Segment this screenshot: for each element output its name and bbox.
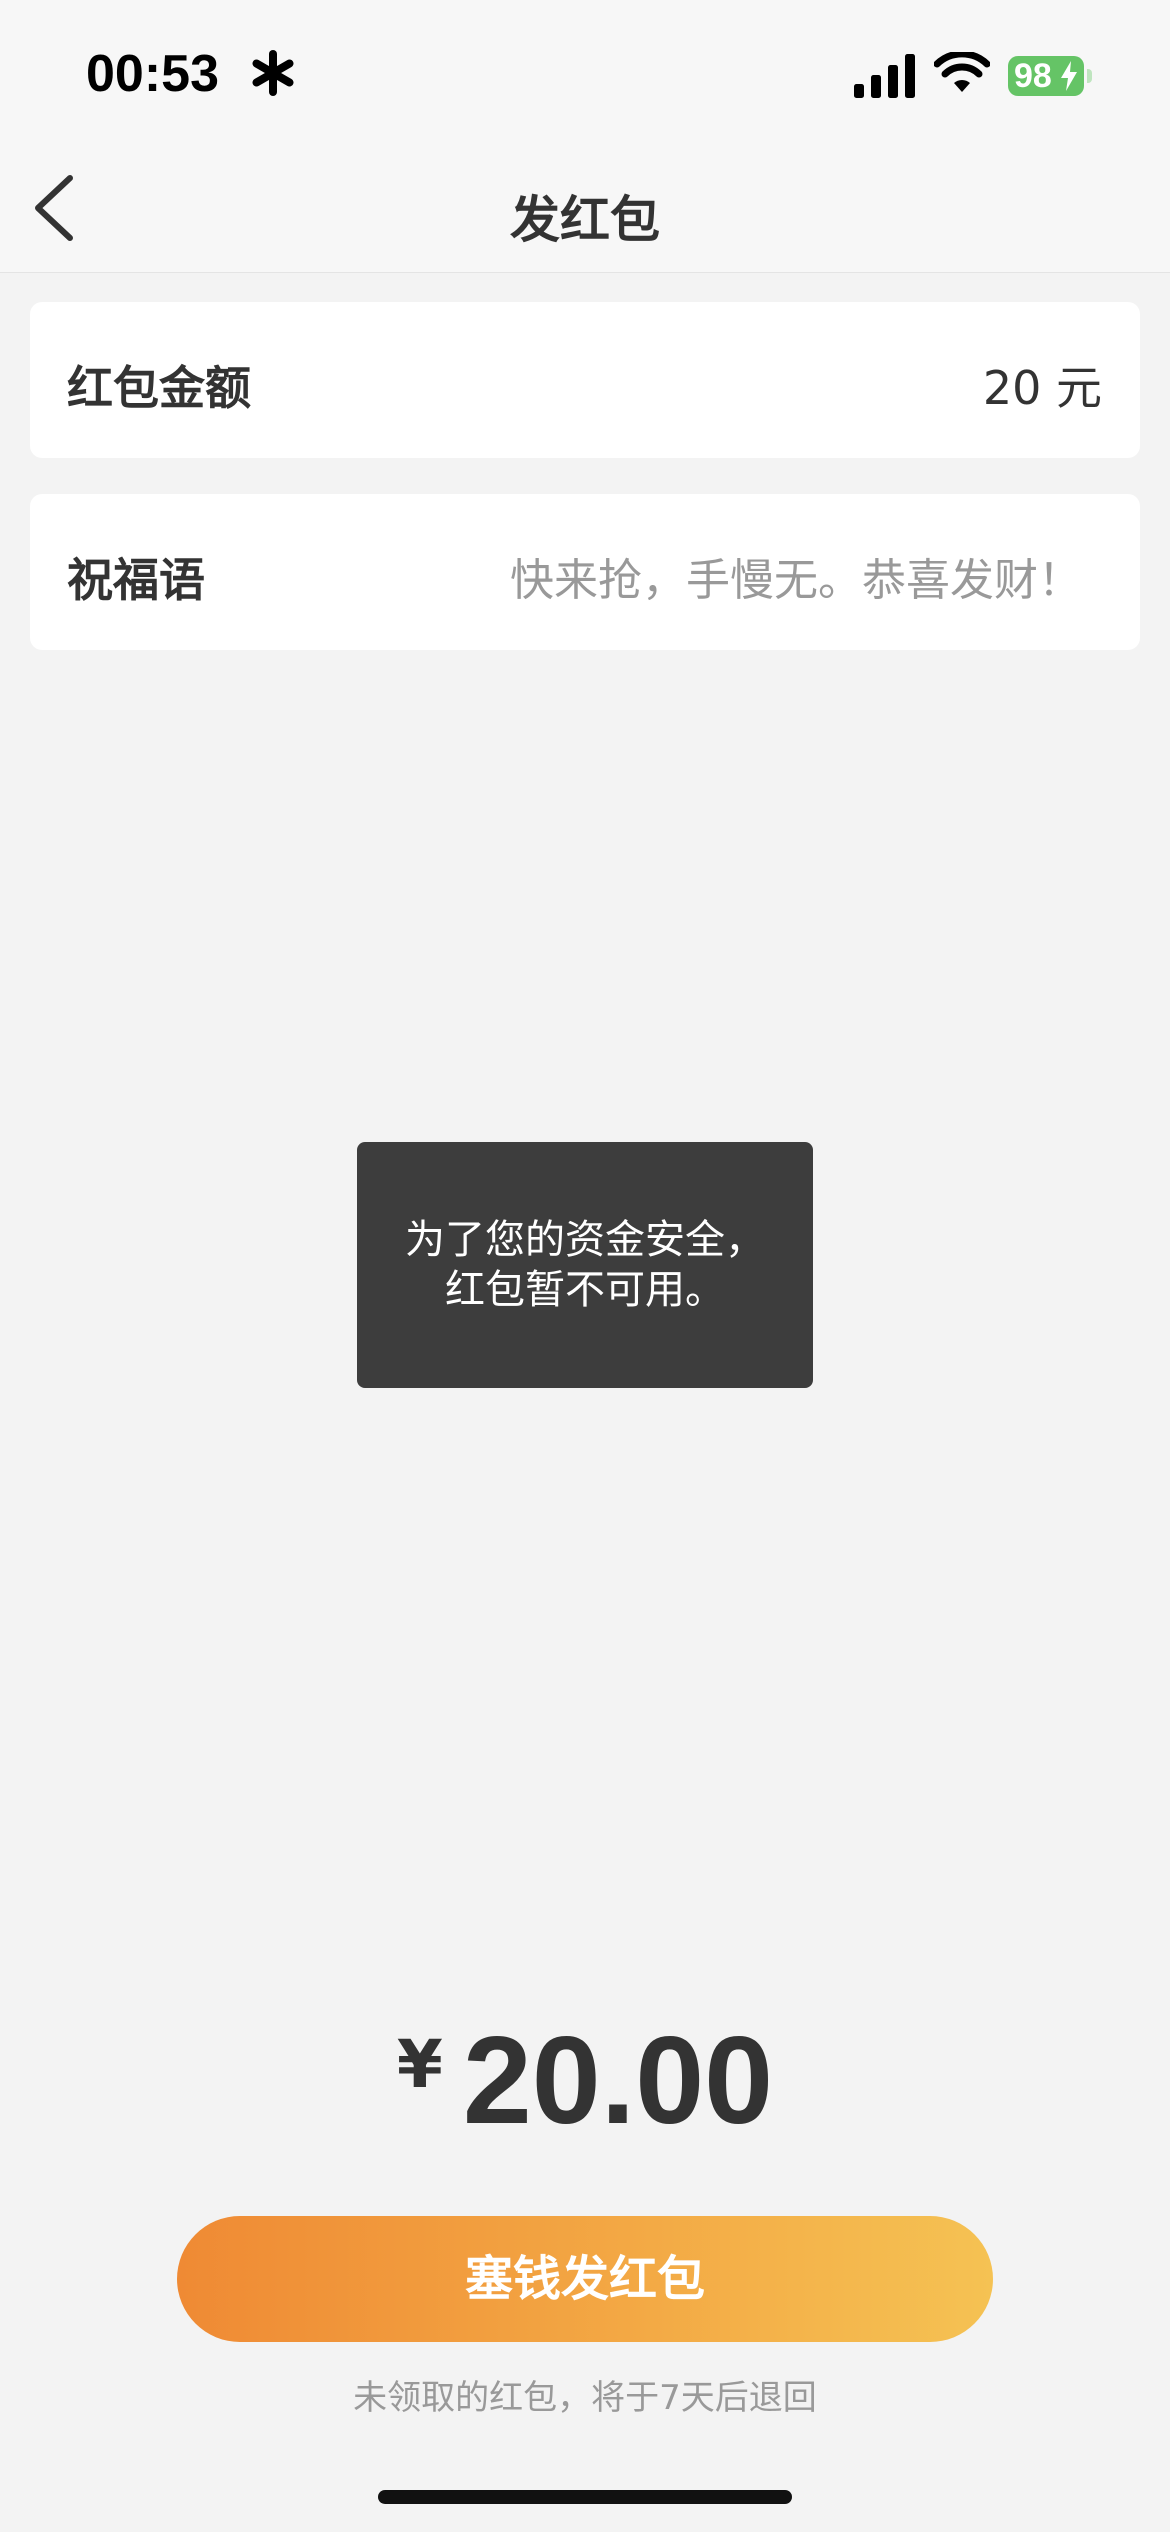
battery-icon: 98 xyxy=(1008,56,1084,96)
send-red-packet-button[interactable]: 塞钱发红包 xyxy=(177,2216,993,2342)
toast-message: 为了您的资金安全， 红包暂不可用。 xyxy=(357,1142,813,1388)
greeting-input[interactable]: 快来抢，手慢无。恭喜发财！ xyxy=(510,544,1082,608)
status-bar: 00:53 98 xyxy=(0,0,1170,150)
signal-icon xyxy=(854,54,915,98)
greeting-label: 祝福语 xyxy=(67,553,205,607)
home-indicator[interactable] xyxy=(378,2490,792,2504)
total-amount: ¥20.00 xyxy=(0,2010,1170,2152)
amount-field[interactable]: 红包金额 20 元 xyxy=(30,302,1140,458)
amount-label: 红包金额 xyxy=(67,361,251,415)
refund-note: 未领取的红包，将于7天后退回 xyxy=(353,2378,817,2418)
charging-bolt-icon xyxy=(1061,61,1077,91)
page-title: 发红包 xyxy=(510,191,660,249)
toast-line-1: 为了您的资金安全， xyxy=(405,1217,765,1263)
asterisk-icon xyxy=(252,50,294,96)
currency-symbol: ¥ xyxy=(396,2026,443,2103)
nav-bar: 发红包 xyxy=(0,150,1170,273)
total-value: 20.00 xyxy=(462,2012,774,2150)
battery-cap xyxy=(1087,69,1092,83)
wifi-icon xyxy=(934,52,990,92)
toast-line-2: 红包暂不可用。 xyxy=(445,1267,725,1313)
status-time: 00:53 xyxy=(86,45,219,103)
battery-level: 98 xyxy=(1014,57,1052,95)
greeting-field[interactable]: 祝福语 快来抢，手慢无。恭喜发财！ xyxy=(30,494,1140,650)
amount-value[interactable]: 20 元 xyxy=(983,352,1102,418)
